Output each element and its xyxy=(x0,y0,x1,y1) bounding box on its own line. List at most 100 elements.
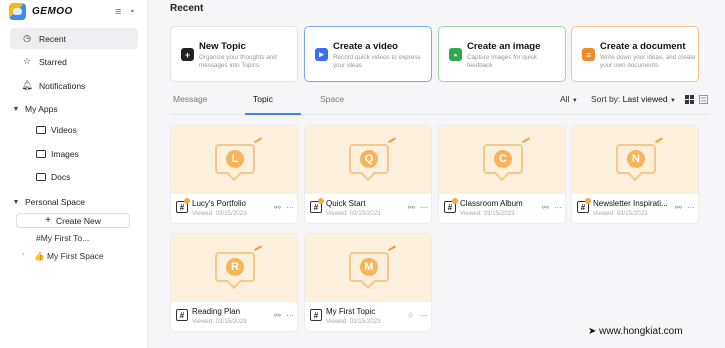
create-image-card[interactable]: ▪ Create an image Capture images for qui… xyxy=(438,26,566,82)
topic-date: Viewed: 03/15/2023 xyxy=(460,210,515,217)
link-icon[interactable]: ⚯ xyxy=(675,203,682,212)
sort-value: Last viewed xyxy=(622,94,668,104)
unread-dot xyxy=(184,198,190,204)
filter-dropdown[interactable]: All ▼ xyxy=(560,94,578,104)
create-document-card[interactable]: ≡ Create a document Write down your idea… xyxy=(571,26,699,82)
tab-topic[interactable]: Topic xyxy=(253,94,273,104)
cursor-icon: ➤ xyxy=(588,326,597,337)
video-icon xyxy=(36,126,46,134)
topic-letter: C xyxy=(494,150,512,168)
topic-date: Viewed: 03/15/2023 xyxy=(192,210,247,217)
doc-icon xyxy=(36,173,46,181)
list-view-icon[interactable] xyxy=(699,95,708,104)
unread-dot xyxy=(452,198,458,204)
video-camera-icon: ▸ xyxy=(315,48,328,61)
chat-bubble-icon: R xyxy=(215,252,255,282)
sidebar-item-label: Starred xyxy=(39,56,67,67)
topic-date: Viewed: 03/15/2023 xyxy=(326,318,381,325)
card-title: Create an image xyxy=(467,41,541,52)
grid-view-icon[interactable] xyxy=(685,95,694,104)
collapse-menu-icon[interactable]: ≡ xyxy=(115,6,121,18)
topic-letter: N xyxy=(627,150,645,168)
sidebar-item-label: Videos xyxy=(51,125,77,135)
unread-dot xyxy=(585,198,591,204)
sidebar-item-label: Notifications xyxy=(39,80,86,91)
create-video-card[interactable]: ▸ Create a video Record quick videos to … xyxy=(304,26,432,82)
chevron-down-icon: ▼ xyxy=(669,98,676,104)
topic-card[interactable]: L # Lucy's Portfolio Viewed: 03/15/2023 … xyxy=(170,125,298,224)
document-icon: ≡ xyxy=(582,48,595,61)
sidebar-item-images[interactable]: Images xyxy=(36,149,79,159)
more-icon[interactable]: ⋯ xyxy=(286,203,294,212)
sidebar-item-starred[interactable]: ☆ Starred xyxy=(10,51,138,72)
create-new-button[interactable]: + Create New xyxy=(16,213,130,228)
topic-name: Classroom Album xyxy=(460,199,523,208)
sidebar-item-label: Docs xyxy=(51,172,71,182)
link-icon[interactable]: ⚯ xyxy=(274,311,281,320)
spark-icon xyxy=(655,137,665,147)
more-icon[interactable]: ⋯ xyxy=(687,203,695,212)
topic-card[interactable]: M # My First Topic Viewed: 03/15/2023 ☆ … xyxy=(304,233,432,332)
topic-card[interactable]: Q # Quick Start Viewed: 03/15/2023 ⚯ ⋯ xyxy=(304,125,432,224)
space-item-first-topic[interactable]: #My First To... xyxy=(36,233,89,243)
brand[interactable]: GEMOO xyxy=(9,3,73,20)
sort-dropdown[interactable]: Sort by: Last viewed ▼ xyxy=(591,94,676,104)
link-icon[interactable]: ⚯ xyxy=(274,203,281,212)
topic-name: Reading Plan xyxy=(192,307,241,316)
topic-thumbnail: L xyxy=(171,126,297,194)
new-topic-card[interactable]: + New Topic Organize your thoughts and m… xyxy=(170,26,298,82)
brand-name: GEMOO xyxy=(32,6,73,17)
active-tab-indicator xyxy=(245,113,301,115)
topic-letter: L xyxy=(226,150,244,168)
card-description: Write down your ideas, and create your o… xyxy=(600,54,696,69)
topic-card[interactable]: C # Classroom Album Viewed: 03/15/2023 ⚯… xyxy=(438,125,566,224)
more-icon[interactable]: ⋯ xyxy=(420,203,428,212)
more-icon[interactable]: ⋯ xyxy=(554,203,562,212)
star-icon[interactable]: ☆ xyxy=(407,311,414,320)
more-icon[interactable]: ⋯ xyxy=(286,311,294,320)
topic-thumbnail: N xyxy=(572,126,698,194)
spark-icon xyxy=(388,245,398,255)
section-label: My Apps xyxy=(25,104,58,114)
card-title: Create a document xyxy=(600,41,686,52)
plus-icon: + xyxy=(181,48,194,61)
filter-value: All xyxy=(560,94,570,104)
topic-date: Viewed: 03/15/2023 xyxy=(326,210,381,217)
topic-date: Viewed: 03/15/2023 xyxy=(593,210,648,217)
sidebar-item-videos[interactable]: Videos xyxy=(36,125,77,135)
topic-letter: Q xyxy=(360,150,378,168)
chat-bubble-icon: L xyxy=(215,144,255,174)
chevron-down-icon: ▼ xyxy=(571,98,578,104)
sidebar-item-notifications[interactable]: 🔔︎ Notifications xyxy=(10,75,138,96)
sidebar-section-my-apps[interactable]: ▼ My Apps xyxy=(10,104,58,114)
image-icon: ▪ xyxy=(449,48,462,61)
chevron-right-icon[interactable]: › xyxy=(22,251,24,258)
clock-icon: ◷ xyxy=(23,33,31,43)
topic-name: Quick Start xyxy=(326,199,366,208)
link-icon[interactable]: ⚯ xyxy=(408,203,415,212)
topic-name: Lucy's Portfolio xyxy=(192,199,246,208)
sidebar-item-label: Recent xyxy=(39,33,66,44)
card-description: Capture images for quick feedback xyxy=(467,54,537,69)
topic-thumbnail: M xyxy=(305,234,431,302)
topic-card[interactable]: R # Reading Plan Viewed: 03/15/2023 ⚯ ⋯ xyxy=(170,233,298,332)
sidebar-section-personal-space[interactable]: ▼ Personal Space xyxy=(10,197,85,207)
link-icon[interactable]: ⚯ xyxy=(542,203,549,212)
tab-message[interactable]: Message xyxy=(173,94,208,104)
sidebar: GEMOO ≡ ◔ ◷ Recent ☆ Starred 🔔︎ Notifica… xyxy=(0,0,148,348)
gemoo-logo-icon xyxy=(9,3,26,20)
tab-space[interactable]: Space xyxy=(320,94,344,104)
sidebar-item-docs[interactable]: Docs xyxy=(36,172,70,182)
spark-icon xyxy=(254,245,264,255)
space-item-first-space[interactable]: 👍 My First Space xyxy=(34,251,104,262)
topic-card[interactable]: N # Newsletter Inspirati... Viewed: 03/1… xyxy=(571,125,699,224)
hashtag-icon: # xyxy=(310,309,322,321)
more-icon[interactable]: ⋯ xyxy=(420,311,428,320)
hashtag-icon: # xyxy=(176,309,188,321)
timer-icon[interactable]: ◔ xyxy=(128,6,135,18)
topic-name: Newsletter Inspirati... xyxy=(593,199,668,208)
sidebar-item-recent[interactable]: ◷ Recent xyxy=(10,28,138,49)
chat-bubble-icon: C xyxy=(483,144,523,174)
watermark-text: www.hongkiat.com xyxy=(599,326,683,337)
plus-icon: + xyxy=(45,215,51,226)
